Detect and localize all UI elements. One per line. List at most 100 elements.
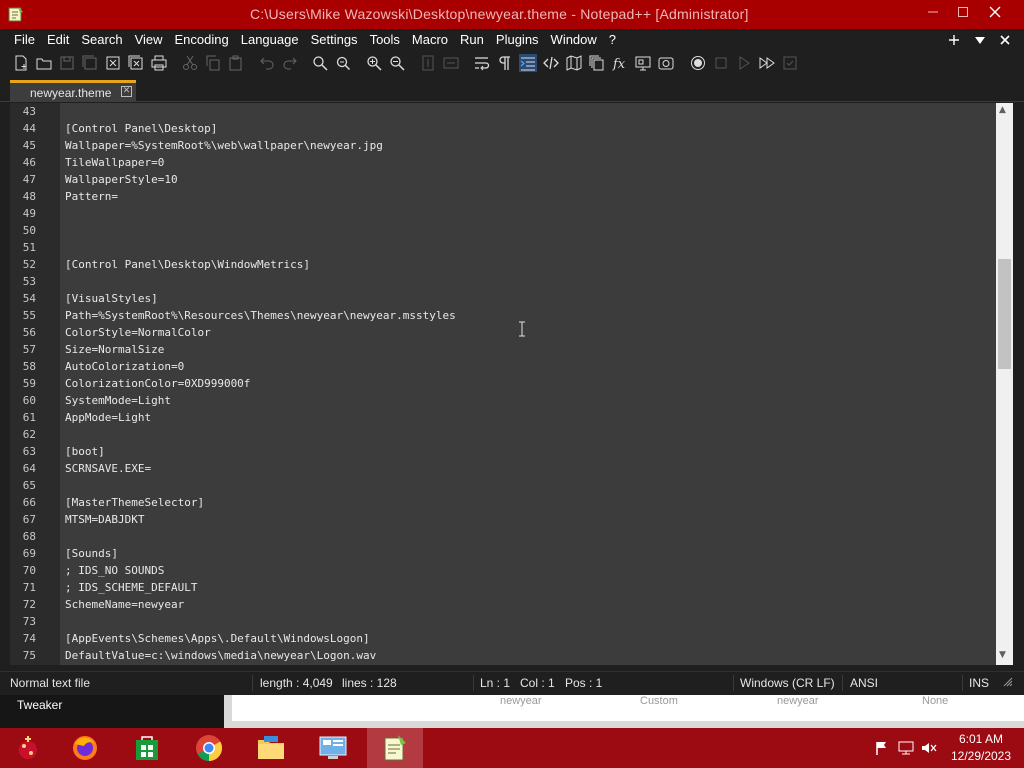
flag-icon[interactable] xyxy=(874,728,890,768)
word-wrap-icon[interactable] xyxy=(473,54,491,72)
save-icon[interactable] xyxy=(58,54,76,72)
editor-line[interactable]: 75 DefaultValue=c:\windows\media\newyear\… xyxy=(10,647,996,664)
close-all-icon[interactable] xyxy=(127,54,145,72)
editor-line[interactable]: 72 SchemeName=newyear xyxy=(10,596,996,613)
undo-icon[interactable] xyxy=(258,54,276,72)
network-icon[interactable] xyxy=(898,728,914,768)
function-list-icon[interactable]: fx xyxy=(611,54,629,72)
text-editor[interactable]: 43 44 [Control Panel\Desktop] 45 Wallpaper=%… xyxy=(10,103,996,665)
editor-line[interactable]: 57 Size=NormalSize xyxy=(10,341,996,358)
xml-tags-icon[interactable] xyxy=(542,54,560,72)
save-all-icon[interactable] xyxy=(81,54,99,72)
editor-line[interactable]: 47 WallpaperStyle=10 xyxy=(10,171,996,188)
start-ornament-icon[interactable] xyxy=(0,728,56,768)
editor-line[interactable]: 60 SystemMode=Light xyxy=(10,392,996,409)
control-panel-icon[interactable] xyxy=(305,728,361,768)
menu-view[interactable]: View xyxy=(129,29,169,51)
editor-line[interactable]: 54 [VisualStyles] xyxy=(10,290,996,307)
menu-plugins[interactable]: Plugins xyxy=(490,29,545,51)
find-icon[interactable] xyxy=(311,54,329,72)
document-list-icon[interactable] xyxy=(588,54,606,72)
run-macro-multiple-icon[interactable] xyxy=(758,54,776,72)
editor-line[interactable]: 69 [Sounds] xyxy=(10,545,996,562)
plus-icon[interactable] xyxy=(948,29,960,51)
editor-line[interactable]: 50 xyxy=(10,222,996,239)
title-bar[interactable]: C:\Users\Mike Wazowski\Desktop\newyear.t… xyxy=(0,0,1024,29)
menu-file[interactable]: File xyxy=(8,29,41,51)
store-icon[interactable] xyxy=(119,728,175,768)
notepadpp-app-icon[interactable] xyxy=(8,6,24,22)
menu-help[interactable]: ? xyxy=(603,29,622,51)
editor-line[interactable]: 61 AppMode=Light xyxy=(10,409,996,426)
editor-line[interactable]: 59 ColorizationColor=0XD999000f xyxy=(10,375,996,392)
stop-record-icon[interactable] xyxy=(712,54,730,72)
editor-line[interactable]: 67 MTSM=DABJDKT xyxy=(10,511,996,528)
paste-icon[interactable] xyxy=(227,54,245,72)
close-file-icon[interactable] xyxy=(104,54,122,72)
editor-line[interactable]: 64 SCRNSAVE.EXE= xyxy=(10,460,996,477)
editor-line[interactable]: 68 xyxy=(10,528,996,545)
file-explorer-icon[interactable] xyxy=(243,728,299,768)
copy-icon[interactable] xyxy=(204,54,222,72)
editor-line[interactable]: 48 Pattern= xyxy=(10,188,996,205)
indent-guide-icon[interactable] xyxy=(519,54,537,72)
sync-horizontal-icon[interactable] xyxy=(442,54,460,72)
editor-line[interactable]: 58 AutoColorization=0 xyxy=(10,358,996,375)
new-file-icon[interactable] xyxy=(12,54,30,72)
menu-search[interactable]: Search xyxy=(75,29,128,51)
firefox-icon[interactable] xyxy=(57,728,113,768)
editor-line[interactable]: 51 xyxy=(10,239,996,256)
editor-line[interactable]: 71 ; IDS_SCHEME_DEFAULT xyxy=(10,579,996,596)
record-macro-icon[interactable] xyxy=(689,54,707,72)
editor-line[interactable]: 55 Path=%SystemRoot%\Resources\Themes\new… xyxy=(10,307,996,324)
editor-line[interactable]: 70 ; IDS_NO SOUNDS xyxy=(10,562,996,579)
editor-line[interactable]: 52 [Control Panel\Desktop\WindowMetrics] xyxy=(10,256,996,273)
scrollbar-thumb[interactable] xyxy=(998,259,1011,369)
editor-line[interactable]: 66 [MasterThemeSelector] xyxy=(10,494,996,511)
editor-line[interactable]: 62 xyxy=(10,426,996,443)
menu-edit[interactable]: Edit xyxy=(41,29,75,51)
menu-macro[interactable]: Macro xyxy=(406,29,454,51)
menu-settings[interactable]: Settings xyxy=(305,29,364,51)
scroll-down-icon[interactable]: ▼ xyxy=(999,650,1006,660)
cut-icon[interactable] xyxy=(181,54,199,72)
system-clock[interactable]: 6:01 AM 12/29/2023 xyxy=(948,731,1014,765)
save-macro-icon[interactable] xyxy=(781,54,799,72)
document-map-icon[interactable] xyxy=(565,54,583,72)
editor-line[interactable]: 73 xyxy=(10,613,996,630)
menu-window[interactable]: Window xyxy=(545,29,603,51)
open-file-icon[interactable] xyxy=(35,54,53,72)
zoom-out-icon[interactable] xyxy=(388,54,406,72)
editor-line[interactable]: 63 [boot] xyxy=(10,443,996,460)
chrome-icon[interactable] xyxy=(181,728,237,768)
resize-grip-icon[interactable] xyxy=(1003,677,1013,689)
editor-line[interactable]: 65 xyxy=(10,477,996,494)
scroll-up-icon[interactable]: ▲ xyxy=(999,105,1006,115)
menu-language[interactable]: Language xyxy=(235,29,305,51)
editor-line[interactable]: 45 Wallpaper=%SystemRoot%\web\wallpaper\n… xyxy=(10,137,996,154)
notepadpp-icon[interactable] xyxy=(367,728,423,768)
editor-line[interactable]: 74 [AppEvents\Schemes\Apps\.Default\Windo… xyxy=(10,630,996,647)
vertical-scrollbar[interactable]: ▲ ▼ xyxy=(996,103,1013,665)
dropdown-arrow-icon[interactable] xyxy=(974,29,986,51)
volume-muted-icon[interactable] xyxy=(921,728,937,768)
menu-encoding[interactable]: Encoding xyxy=(169,29,235,51)
sync-vertical-icon[interactable] xyxy=(419,54,437,72)
tab-close-icon[interactable]: ✕ xyxy=(121,86,132,97)
editor-line[interactable]: 43 xyxy=(10,103,996,120)
monitoring-icon[interactable] xyxy=(657,54,675,72)
print-icon[interactable] xyxy=(150,54,168,72)
editor-line[interactable]: 44 [Control Panel\Desktop] xyxy=(10,120,996,137)
editor-line[interactable]: 56 ColorStyle=NormalColor xyxy=(10,324,996,341)
editor-line[interactable]: 46 TileWallpaper=0 xyxy=(10,154,996,171)
close-icon[interactable] xyxy=(972,0,1018,24)
play-macro-icon[interactable] xyxy=(735,54,753,72)
tab-newyear-theme[interactable]: newyear.theme ✕ xyxy=(10,80,136,102)
editor-line[interactable]: 49 xyxy=(10,205,996,222)
replace-icon[interactable] xyxy=(334,54,352,72)
folder-workspace-icon[interactable] xyxy=(634,54,652,72)
show-all-chars-icon[interactable] xyxy=(496,54,514,72)
editor-line[interactable]: 53 xyxy=(10,273,996,290)
redo-icon[interactable] xyxy=(281,54,299,72)
menu-run[interactable]: Run xyxy=(454,29,490,51)
